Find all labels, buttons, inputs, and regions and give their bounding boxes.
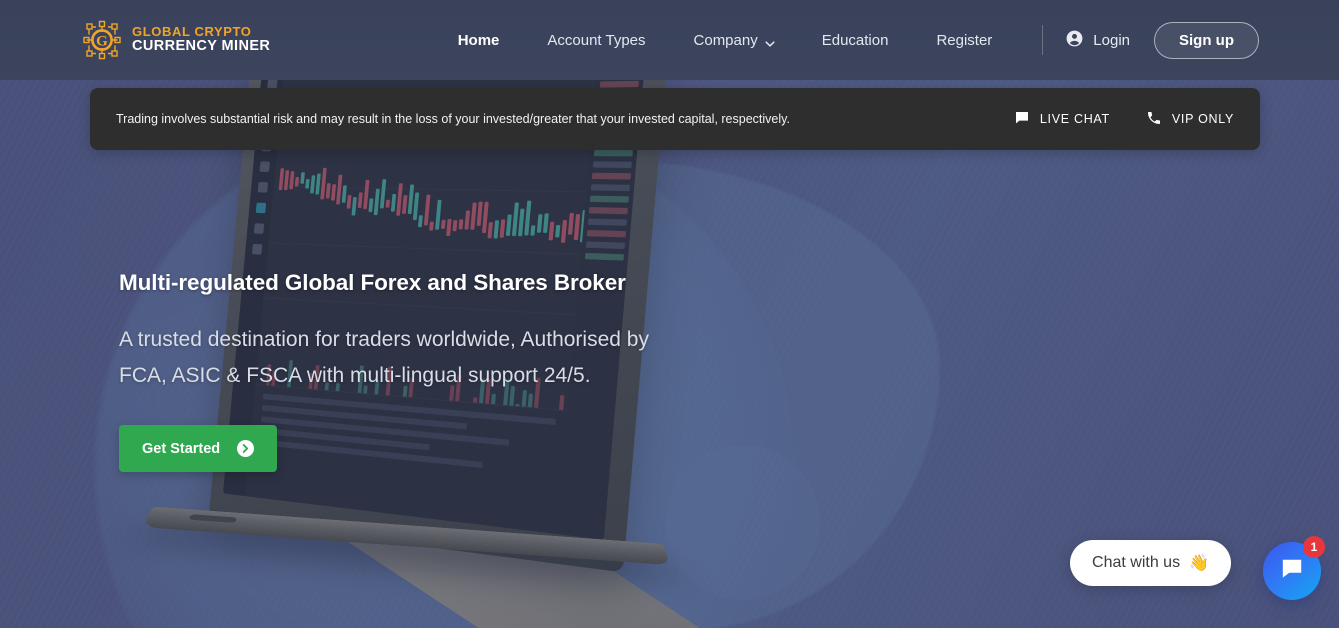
nav-label-account-types: Account Types xyxy=(547,31,646,49)
chat-with-us-pill[interactable]: Chat with us 👋 xyxy=(1070,540,1231,586)
nav-item-education[interactable]: Education xyxy=(798,32,913,49)
crypto-circuit-logo-icon: G xyxy=(80,18,124,62)
nav-item-home[interactable]: Home xyxy=(434,32,524,49)
risk-bar-actions: LIVE CHAT VIP ONLY xyxy=(1014,110,1234,129)
brand-logo[interactable]: G GLOBAL CRYPTO CURRENCY MINER xyxy=(80,18,270,62)
hero-subtext-line1: A trusted destination for traders worldw… xyxy=(119,328,649,351)
get-started-label: Get Started xyxy=(142,440,221,457)
header-divider xyxy=(1042,25,1044,55)
hero-content: Multi-regulated Global Forex and Shares … xyxy=(119,270,819,473)
nav-label-education: Education xyxy=(821,31,889,49)
risk-warning-text: Trading involves substantial risk and ma… xyxy=(116,112,790,126)
chat-pill-label: Chat with us xyxy=(1092,554,1181,571)
nav-label-register: Register xyxy=(936,31,993,49)
hero-subtext: A trusted destination for traders worldw… xyxy=(119,322,819,394)
account-circle-icon xyxy=(1065,29,1084,52)
nav-label-company: Company xyxy=(693,31,758,49)
phone-icon xyxy=(1146,110,1162,129)
brand-name-line1: GLOBAL CRYPTO xyxy=(132,24,252,40)
risk-warning-bar: Trading involves substantial risk and ma… xyxy=(90,88,1260,150)
nav-item-account-types[interactable]: Account Types xyxy=(523,32,669,49)
login-label: Login xyxy=(1093,31,1130,49)
hero-subtext-line2: FCA, ASIC & FSCA with multi-lingual supp… xyxy=(119,364,591,388)
live-chat-label: LIVE CHAT xyxy=(1039,112,1110,126)
chat-bubble-icon xyxy=(1014,110,1030,129)
page-root: G GLOBAL CRYPTO CURRENCY MINER Home Acco… xyxy=(0,0,1339,628)
live-chat-button[interactable]: LIVE CHAT xyxy=(1014,110,1110,129)
waving-hand-icon: 👋 xyxy=(1189,555,1209,572)
hero-headline: Multi-regulated Global Forex and Shares … xyxy=(119,270,626,295)
main-navigation: Home Account Types Company Education Reg… xyxy=(434,21,1259,59)
brand-name-line2: CURRENCY MINER xyxy=(132,38,271,55)
vip-only-button[interactable]: VIP ONLY xyxy=(1146,110,1234,129)
login-button[interactable]: Login xyxy=(1065,29,1130,52)
nav-item-register[interactable]: Register xyxy=(912,32,1016,49)
chevron-down-icon xyxy=(765,36,775,47)
nav-label-home: Home xyxy=(457,31,500,49)
signup-button[interactable]: Sign up xyxy=(1154,21,1259,59)
arrow-right-circle-icon xyxy=(237,440,255,458)
chat-unread-badge: 1 xyxy=(1303,536,1325,558)
chat-bubble-icon xyxy=(1279,556,1305,587)
vip-only-label: VIP ONLY xyxy=(1171,112,1234,126)
svg-text:G: G xyxy=(96,33,108,49)
nav-item-company[interactable]: Company xyxy=(670,32,798,49)
site-header: G GLOBAL CRYPTO CURRENCY MINER Home Acco… xyxy=(0,0,1339,80)
get-started-button[interactable]: Get Started xyxy=(119,425,278,473)
